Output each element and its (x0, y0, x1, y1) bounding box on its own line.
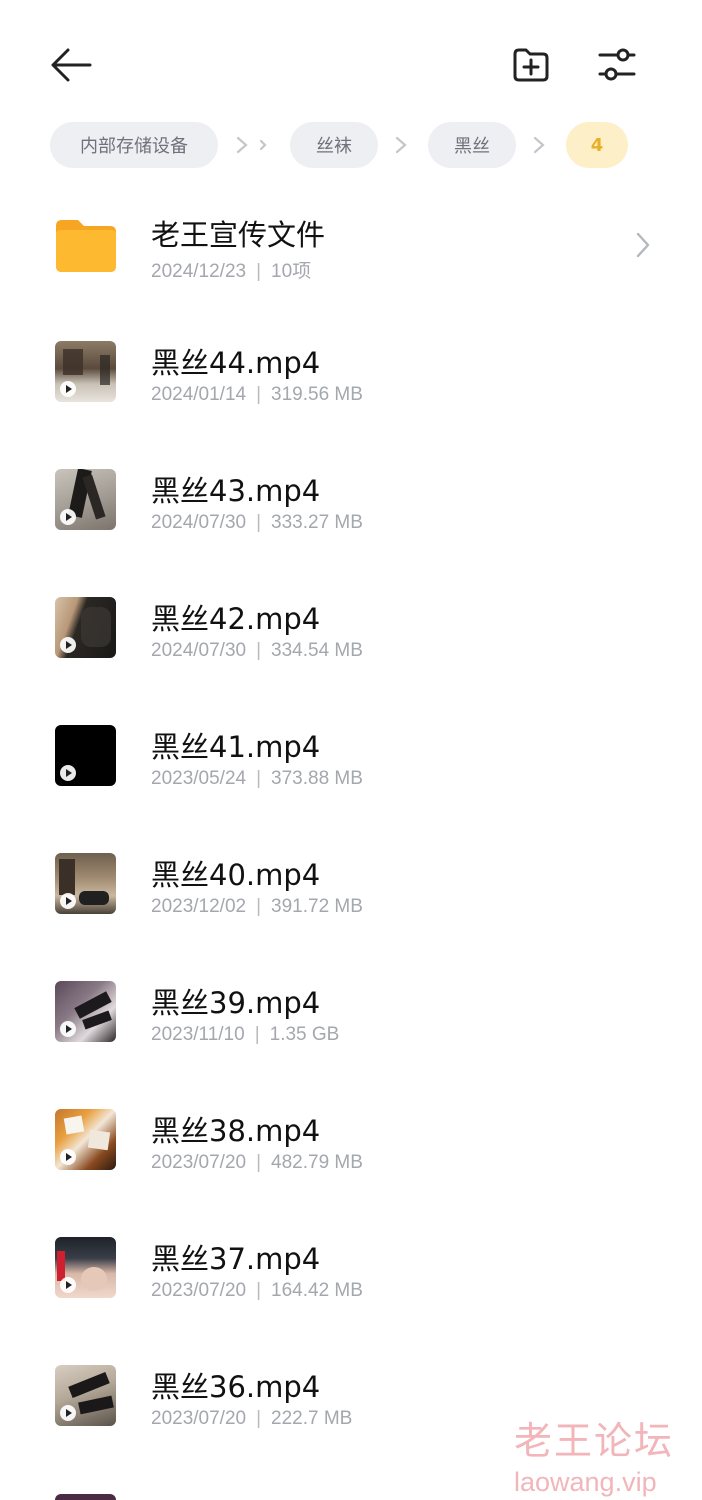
file-name: 黑丝43.mp4 (151, 474, 321, 508)
file-row[interactable]: 黑丝39.mp4 2023/11/10 | 1.35 GB (0, 950, 702, 1078)
play-icon (60, 1021, 76, 1037)
file-meta: 2023/07/20 | 222.7 MB (151, 1408, 353, 1429)
file-meta: 2024/07/30 | 333.27 MB (151, 512, 363, 533)
play-icon (60, 509, 76, 525)
file-meta: 2023/12/02 | 391.72 MB (151, 896, 363, 917)
filter-button[interactable] (592, 40, 642, 90)
breadcrumb-item-black-stockings[interactable]: 黑丝 (428, 122, 516, 168)
breadcrumb: 内部存储设备 丝袜 黑丝 4 (50, 122, 690, 168)
file-name: 黑丝40.mp4 (151, 858, 321, 892)
watermark-url: laowang.vip (514, 1467, 657, 1497)
play-icon (60, 1149, 76, 1165)
next-row-thumbnail-peek (55, 1494, 116, 1500)
folder-icon (56, 220, 116, 272)
play-icon (60, 1277, 76, 1293)
play-icon (60, 1405, 76, 1421)
folder-meta: 2024/12/23 | 10项 (151, 261, 312, 282)
video-thumbnail (55, 981, 116, 1042)
file-name: 黑丝42.mp4 (151, 602, 321, 636)
file-name: 黑丝37.mp4 (151, 1242, 321, 1276)
file-meta: 2023/07/20 | 482.79 MB (151, 1152, 363, 1173)
folder-name: 老王宣传文件 (151, 218, 326, 252)
new-folder-button[interactable] (506, 40, 556, 90)
video-thumbnail (55, 853, 116, 914)
back-button[interactable] (46, 42, 96, 88)
file-meta: 2023/11/10 | 1.35 GB (151, 1024, 340, 1045)
file-name: 黑丝39.mp4 (151, 986, 321, 1020)
video-thumbnail (55, 341, 116, 402)
video-thumbnail (55, 1109, 116, 1170)
play-icon (60, 765, 76, 781)
play-icon (60, 381, 76, 397)
breadcrumb-item-current[interactable]: 4 (566, 122, 628, 168)
file-row[interactable]: 黑丝38.mp4 2023/07/20 | 482.79 MB (0, 1078, 702, 1206)
video-thumbnail (55, 725, 116, 786)
file-row[interactable]: 黑丝42.mp4 2024/07/30 | 334.54 MB (0, 566, 702, 694)
file-row[interactable]: 黑丝40.mp4 2023/12/02 | 391.72 MB (0, 822, 702, 950)
file-row[interactable]: 黑丝43.mp4 2024/07/30 | 333.27 MB (0, 438, 702, 566)
arrow-left-icon (51, 48, 92, 82)
video-thumbnail (55, 469, 116, 530)
video-thumbnail (55, 1237, 116, 1298)
watermark-text: 老王论坛 (514, 1419, 675, 1463)
file-name: 黑丝44.mp4 (151, 346, 321, 380)
folder-row[interactable]: 老王宣传文件 2024/12/23 | 10项 (0, 182, 702, 310)
video-thumbnail (55, 1365, 116, 1426)
breadcrumb-item-internal-storage[interactable]: 内部存储设备 (50, 122, 218, 168)
folder-plus-icon (513, 48, 549, 82)
chevron-right-icon (236, 136, 248, 154)
play-icon (60, 893, 76, 909)
file-meta: 2024/07/30 | 334.54 MB (151, 640, 363, 661)
file-row[interactable]: 黑丝41.mp4 2023/05/24 | 373.88 MB (0, 694, 702, 822)
chevron-right-small-icon (259, 139, 267, 151)
watermark: 老王论坛 laowang.vip (514, 1410, 694, 1498)
sliders-icon (598, 48, 636, 81)
file-name: 黑丝38.mp4 (151, 1114, 321, 1148)
breadcrumb-item-stockings[interactable]: 丝袜 (290, 122, 378, 168)
file-name: 黑丝36.mp4 (151, 1370, 321, 1404)
file-meta: 2024/01/14 | 319.56 MB (151, 384, 363, 405)
file-row[interactable]: 黑丝44.mp4 2024/01/14 | 319.56 MB (0, 310, 702, 438)
file-meta: 2023/05/24 | 373.88 MB (151, 768, 363, 789)
file-row[interactable]: 黑丝37.mp4 2023/07/20 | 164.42 MB (0, 1206, 702, 1334)
top-bar (0, 0, 702, 120)
chevron-right-icon (395, 136, 407, 154)
chevron-right-icon (636, 232, 650, 258)
file-meta: 2023/07/20 | 164.42 MB (151, 1280, 363, 1301)
play-icon (60, 637, 76, 653)
file-name: 黑丝41.mp4 (151, 730, 321, 764)
chevron-right-icon (533, 136, 545, 154)
video-thumbnail (55, 597, 116, 658)
